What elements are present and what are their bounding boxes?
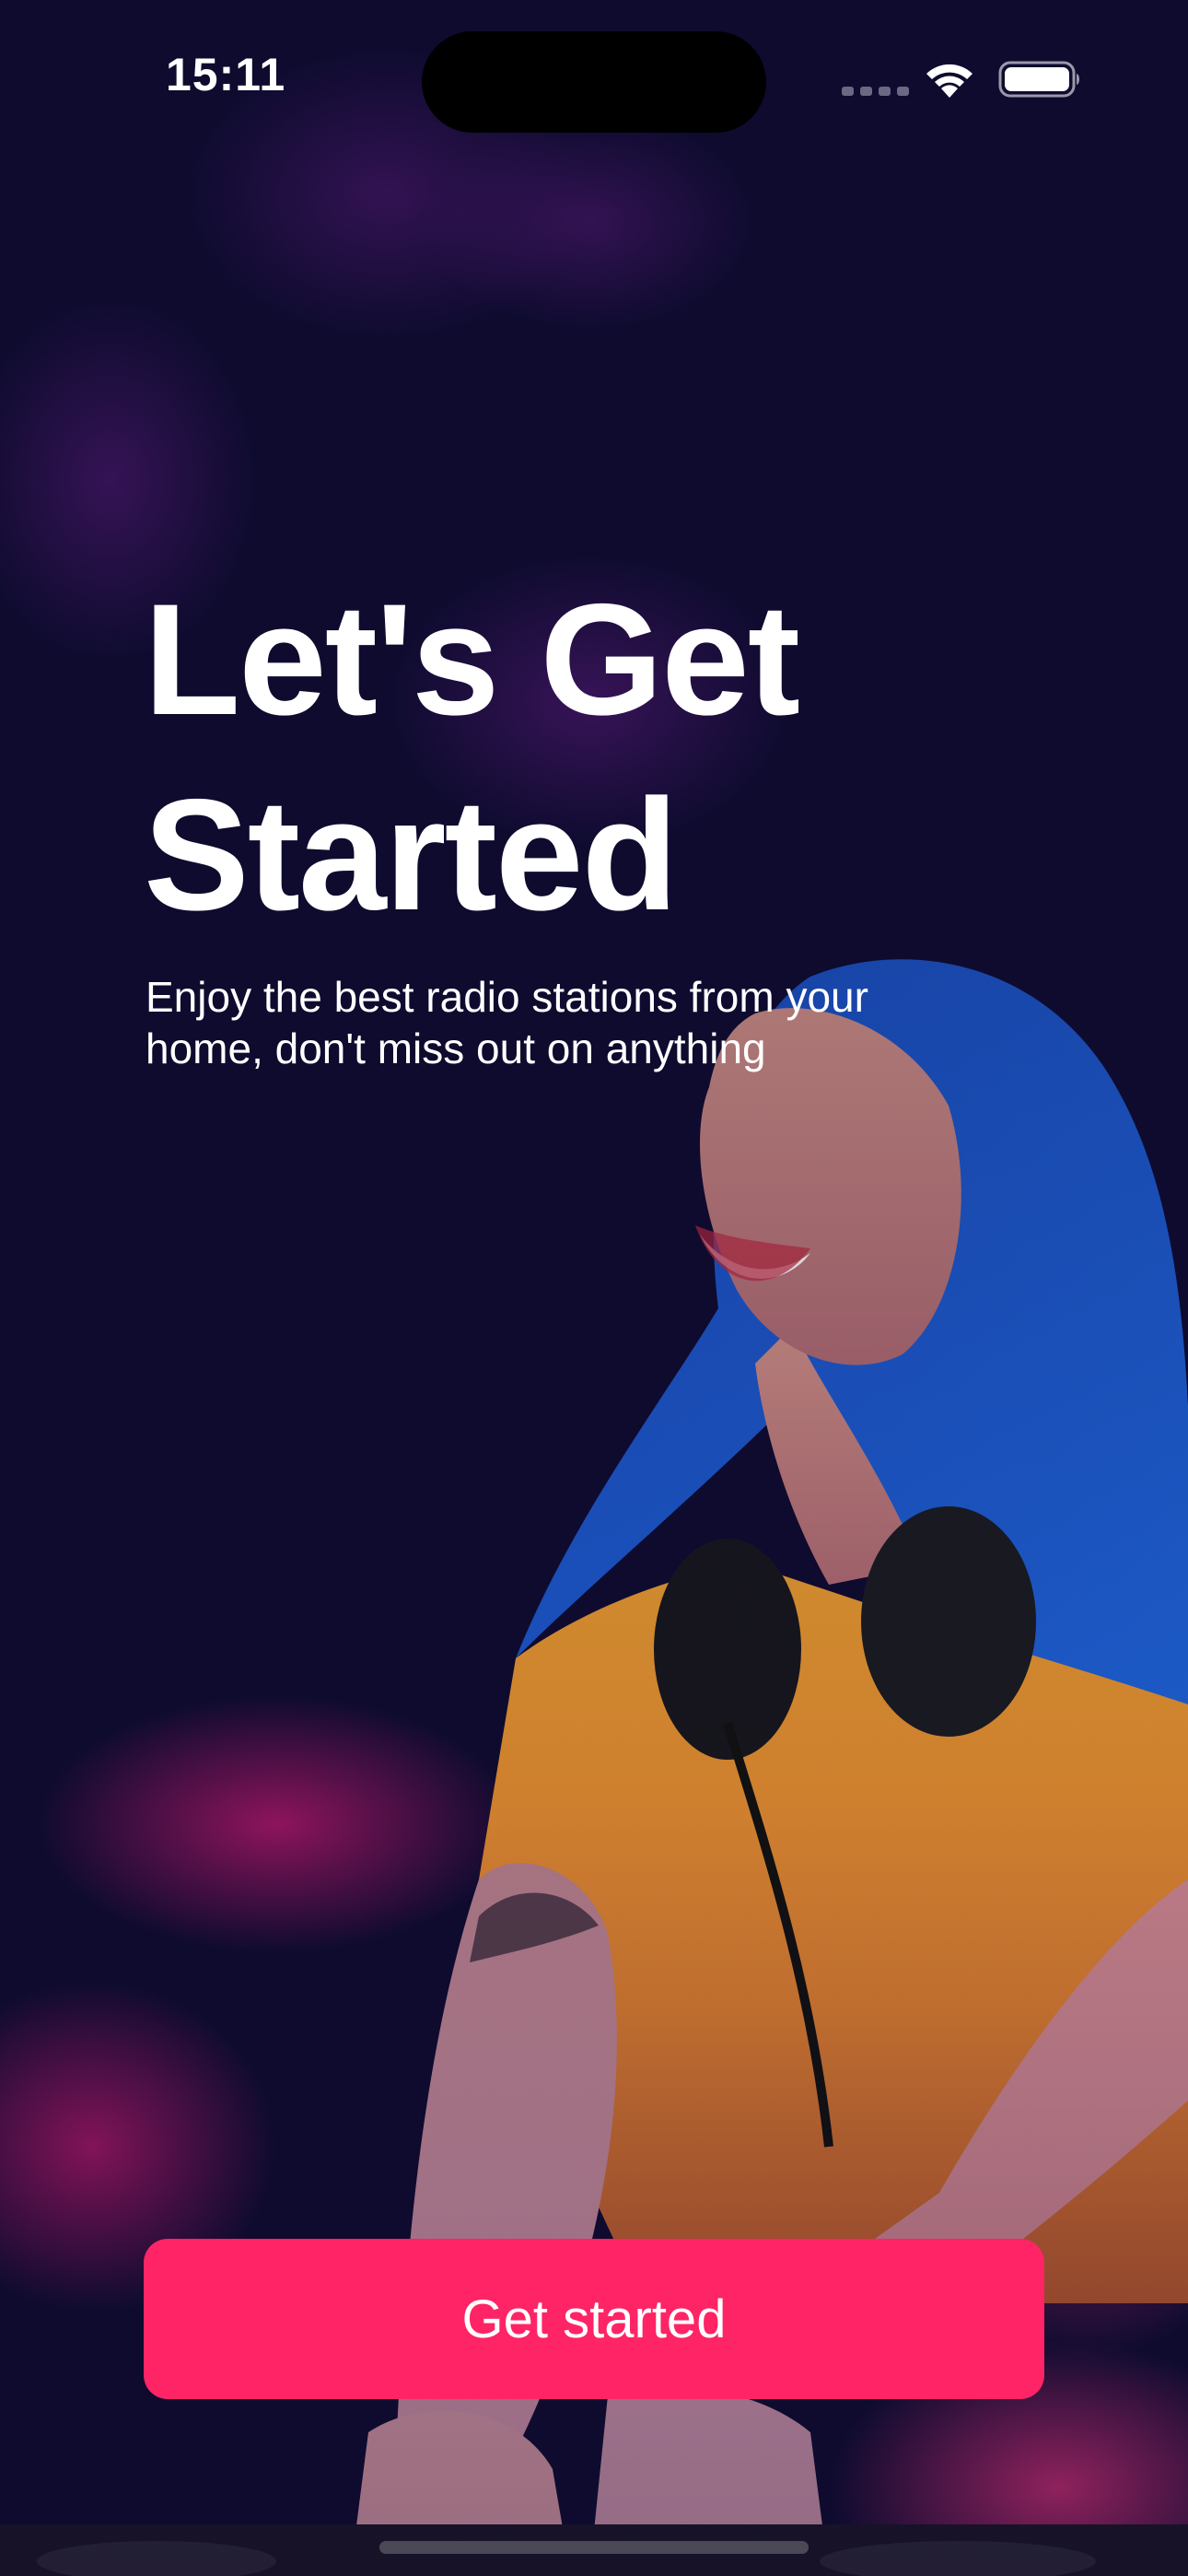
title-line-1: Let's Get <box>144 571 800 748</box>
onboarding-screen: 15:11 Let's Get Started Enjoy the best r… <box>0 0 1188 2576</box>
page-subtitle: Enjoy the best radio stations from your … <box>146 971 974 1074</box>
subtitle-line-2: home, don't miss out on anything <box>146 1025 766 1072</box>
status-time: 15:11 <box>166 49 286 100</box>
status-bar: 15:11 <box>0 0 1188 157</box>
dynamic-island <box>422 31 766 133</box>
background-image <box>0 0 1188 2576</box>
get-started-button[interactable]: Get started <box>144 2239 1044 2399</box>
home-indicator[interactable] <box>379 2541 809 2554</box>
subtitle-line-1: Enjoy the best radio stations from your <box>146 973 868 1021</box>
wifi-icon <box>926 64 973 98</box>
cellular-signal-icon <box>842 87 909 96</box>
title-line-2: Started <box>144 767 679 943</box>
page-title: Let's Get Started <box>144 562 1065 953</box>
battery-icon <box>998 61 1079 98</box>
